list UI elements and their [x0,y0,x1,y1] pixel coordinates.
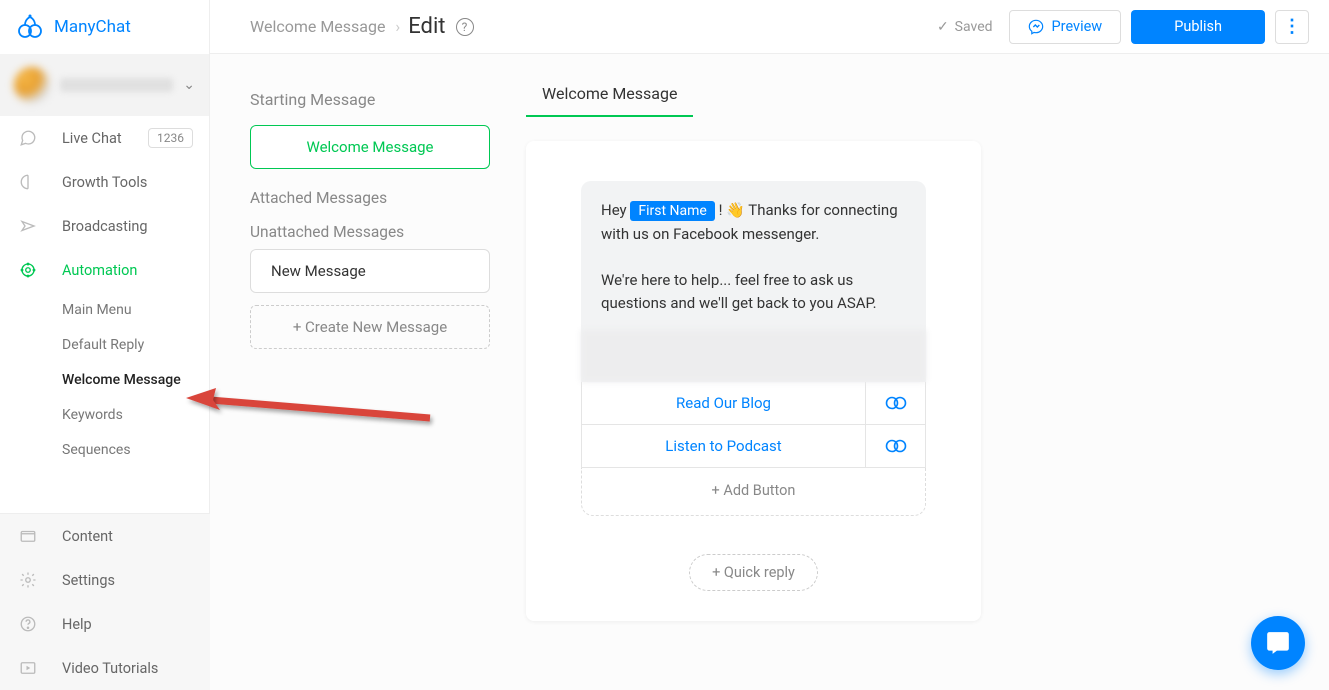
chat-bubble-icon [1265,630,1291,656]
sidebar-item-label: Growth Tools [62,174,147,191]
video-icon [18,658,38,678]
help-circle-icon[interactable]: ? [456,18,474,36]
avatar [14,67,50,103]
account-switcher[interactable]: ⌄ [0,54,209,116]
sidebar-item-livechat[interactable]: Live Chat 1236 [0,116,209,160]
sidebar-item-label: Video Tutorials [62,660,158,677]
sidebar-item-label: Content [62,528,113,545]
sidebar-item-label: Help [62,616,92,633]
sidebar-item-label: Live Chat [62,130,122,147]
subnav-welcome-message[interactable]: Welcome Message [62,362,209,397]
message-editor: Hey First Name ! 👋 Thanks for connecting… [526,141,981,621]
messenger-icon [1028,19,1044,35]
saved-status: Saved [937,19,993,35]
section-starting: Starting Message [250,90,490,109]
sidebar-item-label: Broadcasting [62,218,148,235]
tab-welcome-message[interactable]: Welcome Message [526,84,693,117]
page-title: Edit [408,14,445,39]
intercom-widget[interactable] [1251,616,1305,670]
growth-icon [18,172,38,192]
help-icon [18,614,38,634]
more-button[interactable]: ⋮ [1275,10,1309,44]
sidebar-item-label: Settings [62,572,115,589]
publish-button[interactable]: Publish [1131,10,1265,44]
subnav-keywords[interactable]: Keywords [62,397,209,432]
sidebar-item-help[interactable]: Help [0,602,210,646]
folder-icon [18,526,38,546]
bottom-nav: Content Settings Help Video Tutorials [0,513,210,690]
button-read-blog[interactable]: Read Our Blog [582,382,865,424]
sidebar-item-broadcasting[interactable]: Broadcasting [0,204,209,248]
subnav-main-menu[interactable]: Main Menu [62,292,209,327]
starting-message-card[interactable]: Welcome Message [250,125,490,169]
automation-icon [18,260,38,280]
section-unattached[interactable]: Unattached Messages [250,215,490,249]
add-button[interactable]: + Add Button [581,468,926,516]
sidebar-item-label: Automation [62,262,137,279]
sidebar-item-videos[interactable]: Video Tutorials [0,646,210,690]
link-icon [885,439,907,453]
logo[interactable]: ManyChat [0,0,209,54]
add-quick-reply[interactable]: + Quick reply [689,554,818,591]
subnav-default-reply[interactable]: Default Reply [62,327,209,362]
gear-icon [18,570,38,590]
create-message-button[interactable]: + Create New Message [250,305,490,349]
new-message-card[interactable]: New Message [250,249,490,293]
automation-subnav: Main Menu Default Reply Welcome Message … [0,292,209,467]
messages-panel: Starting Message Welcome Message Attache… [250,84,490,621]
message-bubble[interactable]: Hey First Name ! 👋 Thanks for connecting… [581,181,926,382]
section-attached[interactable]: Attached Messages [250,181,490,215]
sidebar-item-content[interactable]: Content [0,514,210,558]
header: Welcome Message › Edit ? Saved Preview P… [210,0,1329,54]
breadcrumb-separator-icon: › [395,17,400,36]
button-link-icon[interactable] [865,425,925,467]
editor-column: Welcome Message Hey First Name ! 👋 Thank… [526,84,1329,621]
sidebar-item-settings[interactable]: Settings [0,558,210,602]
sidebar: ManyChat ⌄ Live Chat 1236 Growth Tools B… [0,0,210,690]
breadcrumb[interactable]: Welcome Message › [250,17,406,36]
button-link-icon[interactable] [865,382,925,424]
livechat-badge: 1236 [148,128,193,148]
brand-name: ManyChat [54,17,131,37]
main: Welcome Message › Edit ? Saved Preview P… [210,0,1329,690]
link-icon [885,396,907,410]
manychat-logo-icon [16,13,44,41]
subnav-sequences[interactable]: Sequences [62,432,209,467]
button-listen-podcast[interactable]: Listen to Podcast [582,425,865,467]
preview-button[interactable]: Preview [1009,10,1122,44]
sidebar-item-automation[interactable]: Automation [0,248,209,292]
more-vertical-icon: ⋮ [1283,16,1301,37]
chat-icon [18,128,38,148]
chevron-down-icon: ⌄ [183,77,195,93]
blurred-content [581,330,926,382]
account-name-blurred [60,78,173,92]
broadcast-icon [18,216,38,236]
firstname-token[interactable]: First Name [630,201,714,221]
sidebar-item-growth[interactable]: Growth Tools [0,160,209,204]
